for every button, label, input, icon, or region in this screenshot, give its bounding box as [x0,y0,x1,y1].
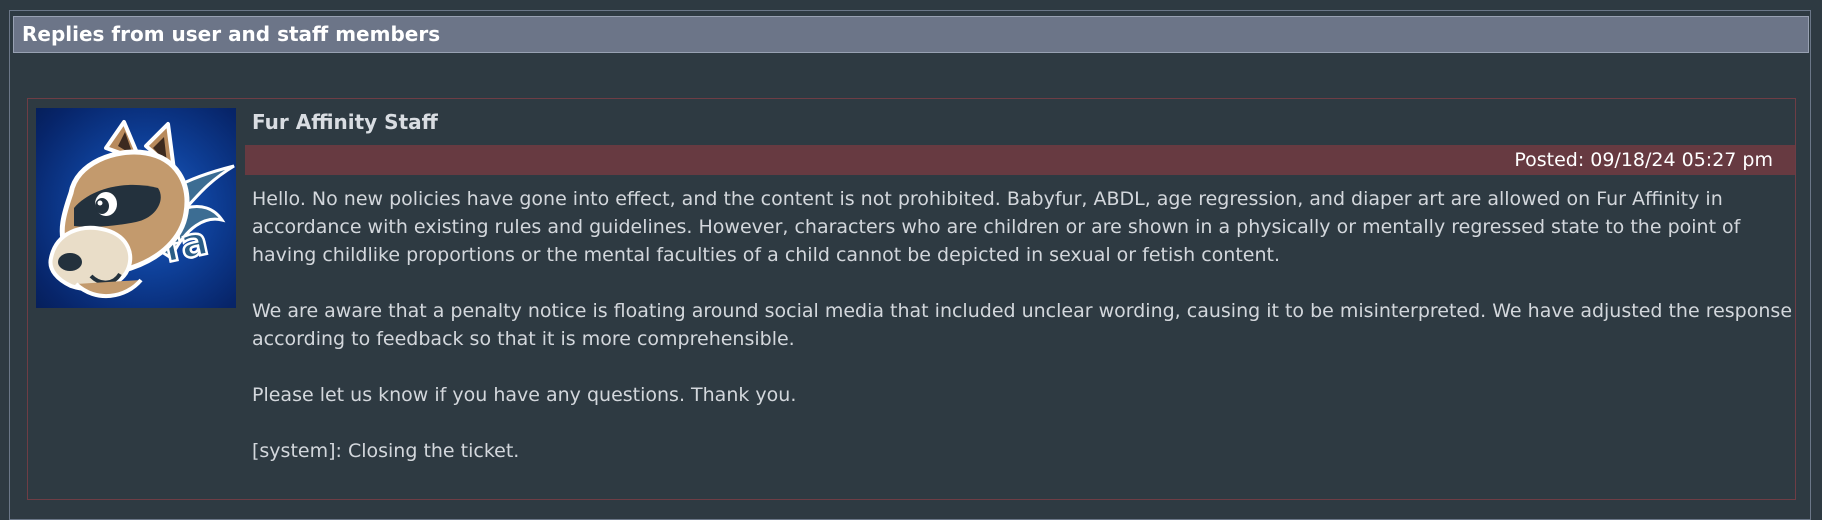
message-paragraph: [system]: Closing the ticket. [252,440,520,462]
avatar[interactable]: fa [36,108,236,308]
message-paragraph: We are aware that a penalty notice is fl… [252,300,1793,350]
message-paragraph: Hello. No new policies have gone into ef… [252,188,1741,266]
message-body: Hello. No new policies have gone into ef… [252,185,1792,493]
message-paragraph: Please let us know if you have any quest… [252,384,797,406]
section-header: Replies from user and staff members [13,16,1809,53]
author-name[interactable]: Fur Affinity Staff [252,109,438,135]
fa-fox-mascot-icon: fa [48,120,235,298]
section-title: Replies from user and staff members [22,22,441,46]
posted-timestamp: Posted: 09/18/24 05:27 pm [1514,149,1773,171]
posted-bar: Posted: 09/18/24 05:27 pm [245,145,1795,175]
